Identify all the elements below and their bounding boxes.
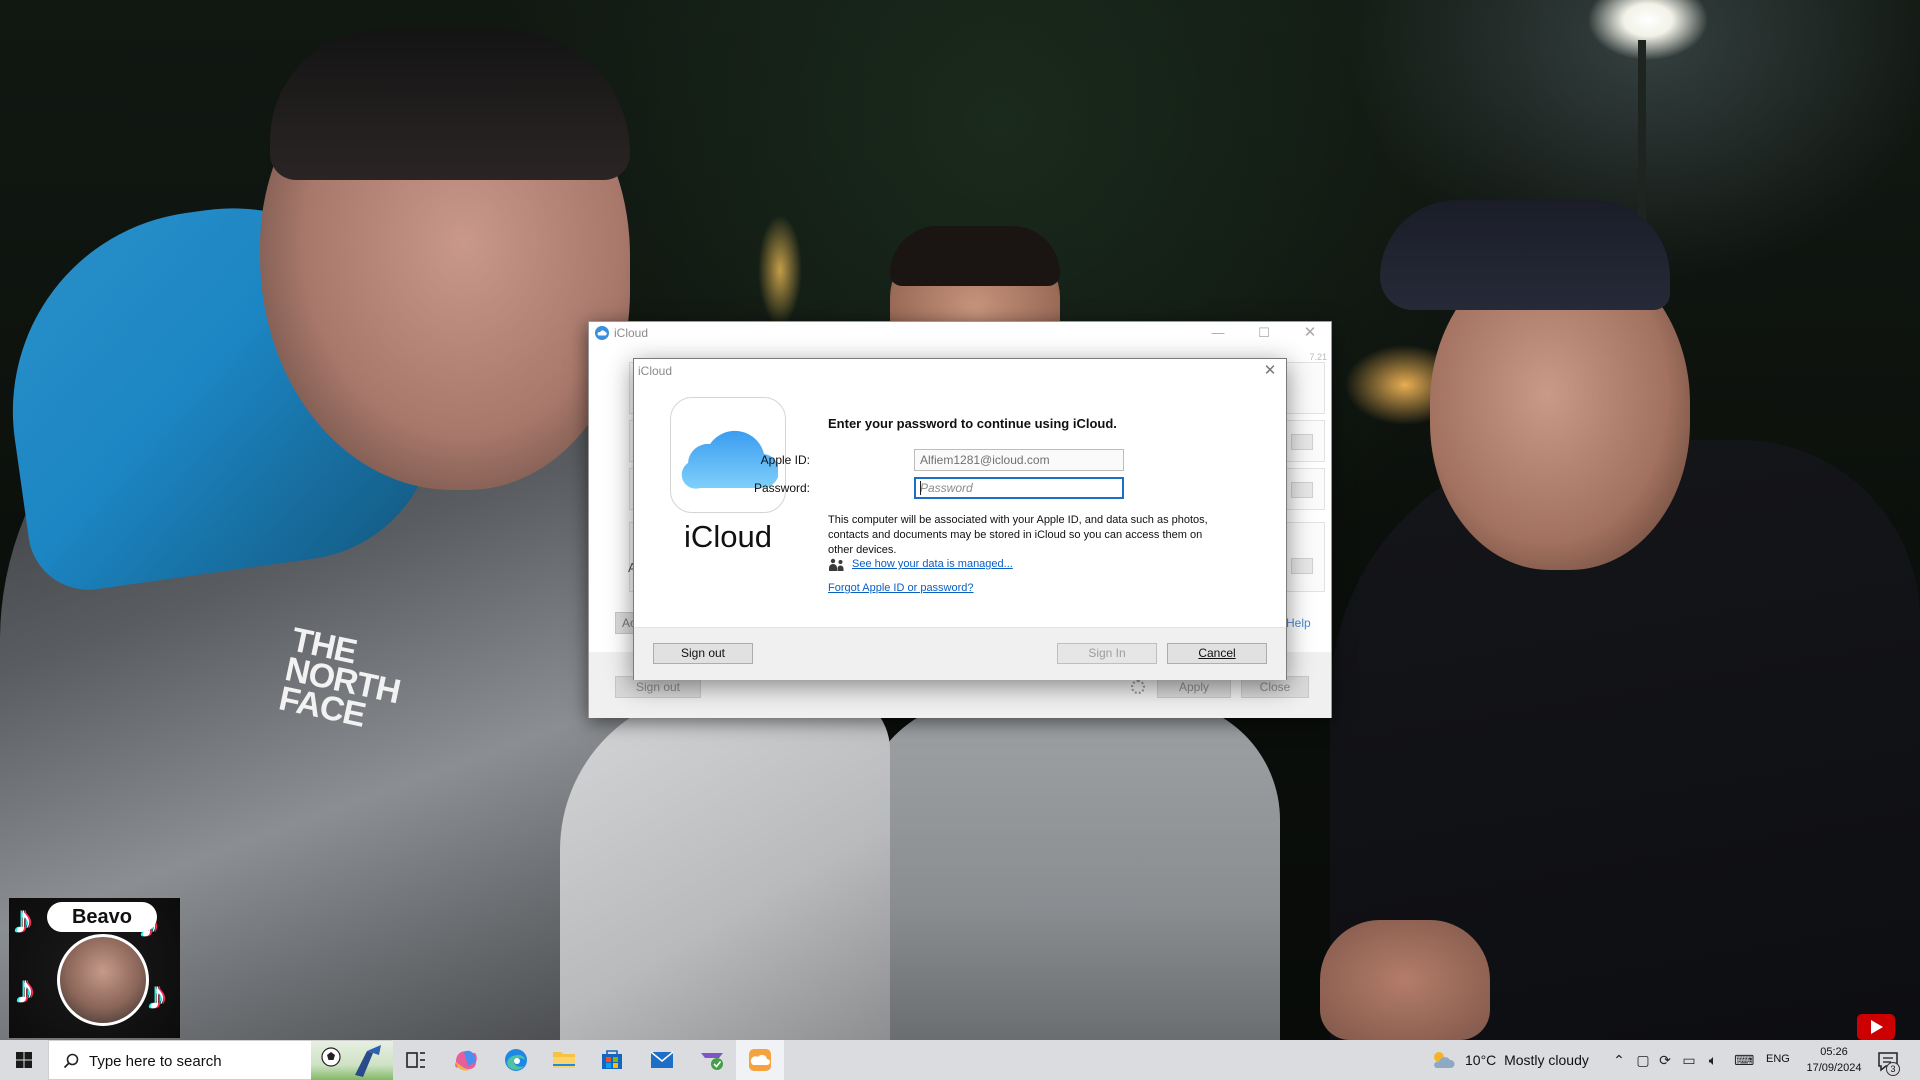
tiktok-icon: ♪ bbox=[13, 898, 33, 942]
options-button[interactable] bbox=[1291, 482, 1313, 498]
password-dialog: iCloud ✕ iCloud Enter your password to c… bbox=[633, 358, 1287, 680]
icloud-app-icon bbox=[595, 326, 609, 340]
password-label: Password: bbox=[753, 481, 810, 495]
temperature: 10°C bbox=[1465, 1052, 1497, 1068]
search-placeholder: Type here to search bbox=[89, 1053, 222, 1070]
dialog-titlebar: iCloud ✕ bbox=[634, 359, 1286, 383]
person-middle-body bbox=[860, 700, 1280, 1040]
person-right-hand bbox=[1320, 920, 1490, 1040]
tiktok-icon: ♪ bbox=[15, 968, 35, 1012]
streamer-webcam-overlay: ♪ ♪ ♪ ♪ Beavo bbox=[9, 898, 180, 1038]
person-right-cap bbox=[1380, 200, 1670, 310]
person-left-hair bbox=[270, 30, 630, 180]
mail-icon[interactable] bbox=[638, 1040, 686, 1080]
task-view-icon[interactable] bbox=[392, 1040, 440, 1080]
cancel-button[interactable]: Cancel bbox=[1167, 643, 1267, 664]
dialog-description: This computer will be associated with yo… bbox=[828, 514, 1208, 556]
window-close-button[interactable]: ✕ bbox=[1287, 322, 1333, 344]
options-button[interactable] bbox=[1291, 558, 1313, 574]
icloud-icon[interactable] bbox=[736, 1040, 784, 1080]
taskbar-search-box[interactable]: Type here to search bbox=[48, 1040, 393, 1080]
icloud-brand-name: iCloud bbox=[684, 519, 772, 554]
keyboard-icon[interactable]: ⌨ bbox=[1734, 1050, 1754, 1070]
forgot-password-link[interactable]: Forgot Apple ID or password? bbox=[828, 582, 974, 594]
network-icon[interactable]: ▭ bbox=[1680, 1050, 1698, 1070]
edge-icon[interactable] bbox=[492, 1040, 540, 1080]
person-left-sleeve bbox=[560, 690, 890, 1040]
maximize-button[interactable]: ☐ bbox=[1241, 322, 1287, 344]
show-hidden-icons-chevron-icon[interactable]: ⌃ bbox=[1610, 1050, 1628, 1070]
weather-cloudy-icon bbox=[1434, 1052, 1455, 1068]
taskbar: Type here to search 10°C Mostly cloudy ⌃… bbox=[0, 1040, 1920, 1080]
apple-id-label: Apple ID: bbox=[760, 453, 810, 467]
password-field[interactable] bbox=[914, 477, 1124, 499]
sync-status-icon[interactable]: ⟳ bbox=[1656, 1050, 1674, 1070]
weather-widget[interactable]: 10°C Mostly cloudy bbox=[1465, 1052, 1589, 1068]
sign-in-button[interactable]: Sign In bbox=[1057, 643, 1157, 664]
sign-out-button[interactable]: Sign out bbox=[653, 643, 753, 664]
input-language[interactable]: ENG bbox=[1766, 1053, 1790, 1065]
streamer-name-badge: Beavo bbox=[47, 902, 157, 932]
weather-condition: Mostly cloudy bbox=[1504, 1052, 1589, 1068]
text-caret bbox=[920, 481, 921, 495]
streamer-avatar bbox=[57, 934, 149, 1026]
football-icon bbox=[321, 1045, 381, 1077]
tiktok-icon: ♪ bbox=[147, 974, 167, 1018]
copilot-icon[interactable] bbox=[442, 1040, 490, 1080]
minimize-button[interactable]: — bbox=[1195, 322, 1241, 344]
volume-icon[interactable]: 🔈︎ bbox=[1704, 1050, 1722, 1070]
options-button[interactable] bbox=[1291, 434, 1313, 450]
outer-window-title: iCloud bbox=[614, 326, 649, 340]
dialog-title: iCloud bbox=[638, 364, 673, 378]
youtube-icon bbox=[1857, 1014, 1895, 1040]
file-explorer-icon[interactable] bbox=[540, 1040, 588, 1080]
data-management-link[interactable]: See how your data is managed... bbox=[852, 558, 1013, 570]
search-icon bbox=[63, 1053, 79, 1069]
snip-icon[interactable] bbox=[688, 1040, 736, 1080]
dialog-close-button[interactable]: ✕ bbox=[1258, 360, 1282, 382]
version-label: 7.21 bbox=[1309, 352, 1327, 362]
apple-id-field[interactable] bbox=[914, 449, 1124, 471]
outer-titlebar: iCloud — ☐ ✕ bbox=[589, 322, 1331, 344]
privacy-handshake-icon bbox=[829, 558, 844, 571]
meet-now-icon[interactable]: ▢ bbox=[1634, 1050, 1652, 1070]
help-link[interactable]: Help bbox=[1286, 616, 1311, 630]
loading-spinner-icon bbox=[1131, 680, 1145, 694]
notification-count-badge: 3 bbox=[1886, 1062, 1900, 1076]
clock-time[interactable]: 05:26 bbox=[1802, 1046, 1866, 1058]
person-middle-hair bbox=[890, 226, 1060, 286]
dialog-heading: Enter your password to continue using iC… bbox=[828, 416, 1117, 431]
microsoft-store-icon[interactable] bbox=[588, 1040, 636, 1080]
clock-date[interactable]: 17/09/2024 bbox=[1802, 1062, 1866, 1074]
windows-start-icon[interactable] bbox=[0, 1040, 48, 1080]
search-highlight-art bbox=[311, 1041, 393, 1080]
